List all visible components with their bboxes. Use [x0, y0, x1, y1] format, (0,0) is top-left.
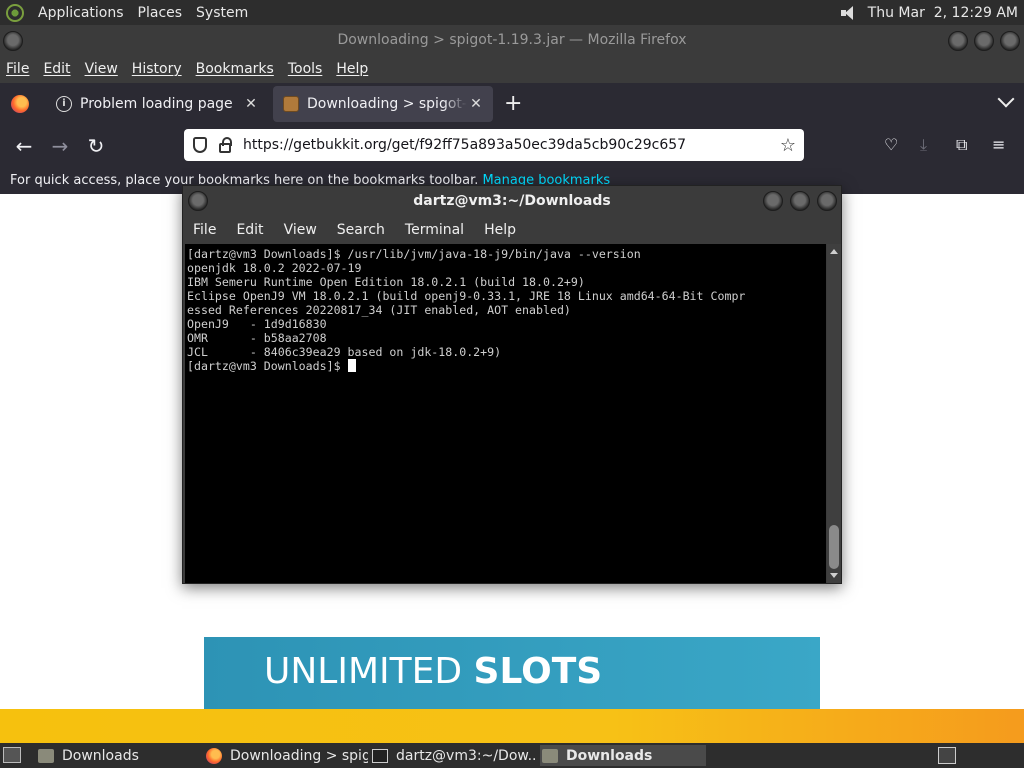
terminal-line: openjdk 18.0.2 2022-07-19: [187, 261, 362, 275]
banner-text-light: UNLIMITED: [264, 651, 463, 692]
banner-text: UNLIMITED SLOTS: [264, 651, 602, 692]
info-icon: i: [56, 96, 72, 112]
spigot-icon: [283, 96, 299, 112]
taskbar-label: Downloads: [62, 747, 139, 764]
menu-bookmarks[interactable]: Bookmarks: [196, 61, 274, 77]
folder-icon: [38, 748, 54, 763]
firefox-icon: [206, 747, 222, 764]
scroll-down-icon[interactable]: [830, 573, 838, 578]
folder-icon: [542, 748, 558, 763]
bottom-taskbar: Downloads Downloading > spig... dartz@vm…: [0, 743, 1024, 768]
applications-menu[interactable]: Applications: [38, 5, 124, 21]
top-panel: Applications Places System Thu Mar 2, 12…: [0, 0, 1024, 25]
terminal-line: [dartz@vm3 Downloads]$ /usr/lib/jvm/java…: [187, 247, 641, 261]
window-menu-button[interactable]: [3, 31, 23, 51]
terminal-window-title: dartz@vm3:~/Downloads: [413, 193, 611, 209]
minimize-button[interactable]: [948, 31, 968, 51]
terminal-line: essed References 20220817_34 (JIT enable…: [187, 303, 571, 317]
terminal-output[interactable]: [dartz@vm3 Downloads]$ /usr/lib/jvm/java…: [185, 244, 826, 583]
workspace-switcher-icon[interactable]: [938, 747, 956, 764]
terminal-line: JCL - 8406c39ea29 based on jdk-18.0.2+9): [187, 345, 502, 359]
new-tab-icon[interactable]: +: [504, 91, 522, 116]
menu-edit[interactable]: Edit: [43, 61, 70, 77]
menu-tools[interactable]: Tools: [288, 61, 323, 77]
lock-icon[interactable]: [219, 136, 232, 153]
url-text[interactable]: https://getbukkit.org/get/f92ff75a893a50…: [243, 137, 686, 153]
term-menu-file[interactable]: File: [193, 222, 216, 238]
term-menu-search[interactable]: Search: [337, 222, 385, 238]
tracking-shield-icon[interactable]: [193, 137, 207, 153]
taskbar-item-downloads-active[interactable]: Downloads: [540, 745, 706, 766]
taskbar-item-terminal[interactable]: dartz@vm3:~/Dow...: [372, 745, 536, 766]
extensions-icon[interactable]: ⧉: [956, 135, 967, 155]
taskbar-item-downloads-folder[interactable]: Downloads: [38, 745, 198, 766]
navigation-bar: ← → ↻ https://getbukkit.org/get/f92ff75a…: [0, 125, 1024, 167]
terminal-line: OMR - b58aa2708: [187, 331, 327, 345]
terminal-titlebar[interactable]: dartz@vm3:~/Downloads: [183, 186, 841, 216]
firefox-window-title: Downloading > spigot-1.19.3.jar — Mozill…: [337, 32, 687, 48]
terminal-line: OpenJ9 - 1d9d16830: [187, 317, 327, 331]
menu-history[interactable]: History: [132, 61, 182, 77]
tab-downloading[interactable]: Downloading > spigot-1.19.3.jar ✕: [273, 86, 493, 122]
maximize-button[interactable]: [974, 31, 994, 51]
tab-label: Problem loading page: [80, 96, 233, 112]
menu-view[interactable]: View: [85, 61, 118, 77]
hamburger-menu-icon[interactable]: ≡: [992, 135, 1005, 154]
show-desktop-icon[interactable]: [3, 747, 21, 763]
reload-icon[interactable]: ↻: [83, 133, 109, 159]
window-menu-button[interactable]: [188, 191, 208, 211]
terminal-scrollbar[interactable]: [827, 244, 841, 583]
scroll-up-icon[interactable]: [830, 249, 838, 254]
tab-label: Downloading > spigot-1.19.3.jar: [307, 96, 467, 112]
taskbar-item-firefox[interactable]: Downloading > spig...: [206, 745, 368, 766]
menu-file[interactable]: File: [6, 61, 29, 77]
terminal-menubar: File Edit View Search Terminal Help: [183, 216, 841, 244]
terminal-line: Eclipse OpenJ9 VM 18.0.2.1 (build openj9…: [187, 289, 746, 303]
term-menu-help[interactable]: Help: [484, 222, 516, 238]
taskbar-label: Downloads: [566, 747, 653, 764]
term-menu-view[interactable]: View: [284, 222, 317, 238]
downloads-icon[interactable]: ⤓: [920, 135, 927, 155]
bookmark-star-icon[interactable]: ☆: [780, 135, 796, 156]
firefox-titlebar[interactable]: Downloading > spigot-1.19.3.jar — Mozill…: [0, 25, 1024, 55]
panel-menu: Applications Places System: [24, 5, 248, 21]
clock[interactable]: Thu Mar 2, 12:29 AM: [868, 5, 1018, 21]
close-tab-icon[interactable]: ✕: [242, 96, 260, 112]
pocket-icon[interactable]: ♡: [884, 135, 898, 154]
volume-icon[interactable]: [840, 5, 856, 21]
tab-strip: i Problem loading page ✕ Downloading > s…: [0, 83, 1024, 125]
forward-icon[interactable]: →: [47, 133, 73, 159]
places-menu[interactable]: Places: [138, 5, 183, 21]
firefox-menubar: File Edit View History Bookmarks Tools H…: [0, 55, 1024, 83]
term-menu-edit[interactable]: Edit: [236, 222, 263, 238]
banner-text-bold: SLOTS: [473, 651, 603, 692]
maximize-button[interactable]: [790, 191, 810, 211]
menu-help[interactable]: Help: [336, 61, 368, 77]
back-icon[interactable]: ←: [11, 133, 37, 159]
chevron-down-icon[interactable]: [997, 90, 1015, 108]
close-tab-icon[interactable]: ✕: [467, 96, 485, 112]
ad-banner[interactable]: UNLIMITED SLOTS: [204, 637, 820, 709]
terminal-window[interactable]: dartz@vm3:~/Downloads File Edit View Sea…: [182, 185, 842, 584]
page-footer-banner: [0, 709, 1024, 743]
terminal-cursor: [347, 359, 356, 372]
taskbar-label: dartz@vm3:~/Dow...: [396, 747, 536, 764]
terminal-prompt-line[interactable]: [dartz@vm3 Downloads]$: [187, 359, 826, 373]
firefox-view-icon[interactable]: [11, 95, 29, 113]
system-menu[interactable]: System: [196, 5, 248, 21]
close-button[interactable]: [1000, 31, 1020, 51]
close-button[interactable]: [817, 191, 837, 211]
tab-problem-loading[interactable]: i Problem loading page ✕: [46, 86, 268, 122]
terminal-line: IBM Semeru Runtime Open Edition 18.0.2.1…: [187, 275, 585, 289]
scrollbar-thumb[interactable]: [829, 525, 839, 569]
taskbar-label: Downloading > spig...: [230, 747, 368, 764]
distro-logo-icon[interactable]: [6, 3, 24, 22]
terminal-icon: [372, 748, 388, 763]
terminal-prompt: [dartz@vm3 Downloads]$: [187, 359, 348, 373]
minimize-button[interactable]: [763, 191, 783, 211]
term-menu-terminal[interactable]: Terminal: [405, 222, 464, 238]
url-bar[interactable]: https://getbukkit.org/get/f92ff75a893a50…: [184, 129, 804, 161]
